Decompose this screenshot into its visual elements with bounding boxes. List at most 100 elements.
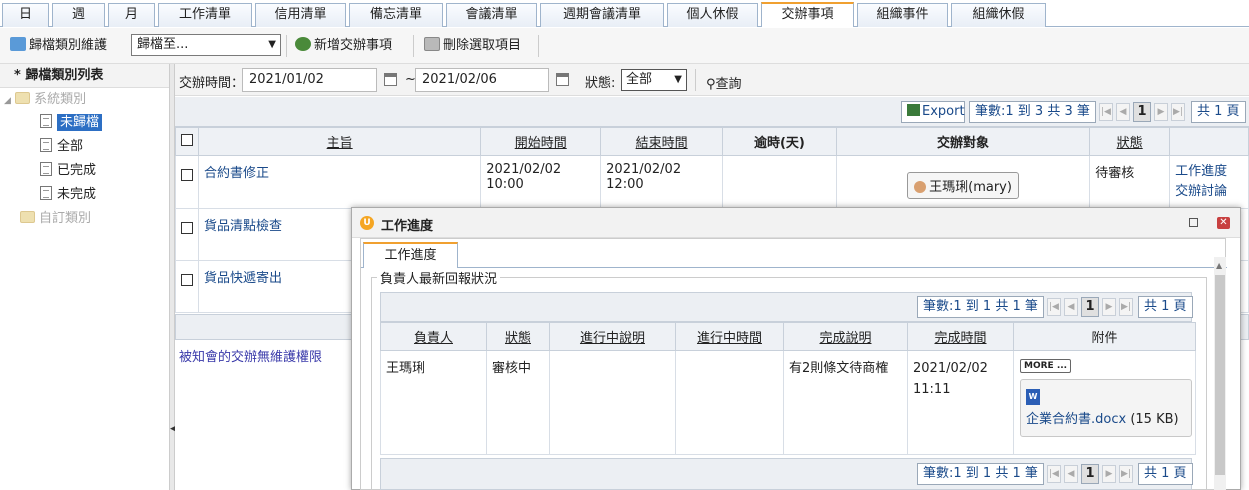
col-progress-time[interactable]: 進行中時間 [675, 322, 784, 351]
table-row: 王瑪琍 審核中 有2則條文待商榷 2021/02/02 11:11 MORE .… [380, 350, 1196, 455]
list-pager: Export 筆數:1 到 3 共 3 筆 |◀ ◀ 1 ▶ ▶| 共 1 頁 [175, 97, 1249, 127]
row-checkbox[interactable] [181, 169, 193, 181]
chevron-down-icon: ▼ [268, 39, 276, 50]
sidebar-item-incomplete[interactable]: 未完成 [40, 184, 96, 206]
tree-custom-categories[interactable]: 自訂類別 [20, 208, 91, 230]
first-page-icon[interactable]: |◀ [1099, 103, 1113, 121]
tab-credit-list[interactable]: 信用清單 [255, 3, 346, 27]
calendar-icon[interactable] [556, 73, 569, 86]
dialog-titlebar[interactable]: U 工作進度 ✕ [352, 208, 1240, 238]
next-page-icon[interactable]: ▶ [1154, 103, 1168, 121]
next-page-icon[interactable]: ▶ [1102, 298, 1116, 316]
custom-categories-label: 自訂類別 [39, 211, 92, 226]
col-done-time[interactable]: 完成時間 [907, 322, 1014, 351]
col-status[interactable]: 狀態 [1089, 127, 1171, 156]
attachment-card[interactable]: W 企業合約書.docx (15 KB) [1020, 379, 1192, 437]
assignee-name: 王瑪琍(mary) [929, 180, 1012, 195]
end-date-input[interactable]: 2021/02/06 [415, 68, 549, 92]
row-status: 待審核 [1089, 155, 1171, 209]
close-icon[interactable]: ✕ [1217, 217, 1230, 229]
prev-page-icon[interactable]: ◀ [1116, 103, 1130, 121]
col-end-time[interactable]: 結束時間 [600, 127, 724, 156]
attachment-filename[interactable]: 企業合約書.docx [1026, 412, 1126, 427]
collapse-triangle-icon[interactable]: ◢ [4, 96, 11, 106]
tab-personal-leave[interactable]: 個人休假 [667, 3, 758, 27]
prev-page-icon[interactable]: ◀ [1064, 298, 1078, 316]
scroll-up-icon[interactable]: ▲ [1216, 261, 1222, 270]
status-select[interactable]: 全部 ▼ [621, 69, 687, 91]
delete-selected-button[interactable]: 刪除選取項目 [424, 36, 521, 56]
next-page-icon[interactable]: ▶ [1102, 465, 1116, 483]
document-icon [40, 138, 52, 152]
status-label: 狀態: [585, 76, 616, 91]
attachment-size: (15 KB) [1130, 412, 1179, 427]
sidebar-item-label: 未歸檔 [57, 114, 103, 131]
last-page-icon[interactable]: ▶| [1119, 298, 1133, 316]
col-owner[interactable]: 負責人 [380, 322, 487, 351]
first-page-icon[interactable]: |◀ [1047, 298, 1061, 316]
sidebar-item-label: 已完成 [57, 163, 97, 178]
row-checkbox[interactable] [181, 274, 193, 286]
tab-org-events[interactable]: 組織事件 [857, 3, 948, 27]
row-progress-time [675, 350, 784, 455]
user-icon [914, 181, 927, 193]
assignee-chip[interactable]: 王瑪琍(mary) [907, 172, 1019, 199]
more-button[interactable]: MORE ... [1020, 359, 1072, 373]
sidebar-item-unarchived[interactable]: 未歸檔 [40, 112, 103, 134]
sidebar-item-completed[interactable]: 已完成 [40, 160, 96, 182]
scrollbar-thumb[interactable] [1215, 275, 1225, 475]
last-page-icon[interactable]: ▶| [1119, 465, 1133, 483]
row-checkbox[interactable] [181, 222, 193, 234]
first-page-icon[interactable]: |◀ [1047, 465, 1061, 483]
row-done-time: 2021/02/02 11:11 [907, 350, 1014, 455]
calendar-icon[interactable] [384, 73, 397, 86]
export-label: Export [922, 104, 965, 119]
tab-meeting-list[interactable]: 會議清單 [446, 3, 537, 27]
col-done-desc[interactable]: 完成說明 [783, 322, 908, 351]
tab-month[interactable]: 月 [108, 3, 155, 27]
add-user-icon [295, 37, 311, 51]
current-page[interactable]: 1 [1081, 464, 1099, 484]
dialog-scrollbar[interactable]: ▲ [1214, 257, 1226, 490]
dialog-pager-top: 筆數:1 到 1 共 1 筆 |◀ ◀ 1 ▶ ▶| 共 1 頁 [380, 292, 1193, 322]
tab-task-list[interactable]: 工作清單 [158, 3, 252, 27]
sidebar-item-all[interactable]: 全部 [40, 136, 83, 158]
col-progress-desc[interactable]: 進行中說明 [549, 322, 676, 351]
view-tab-bar: 日 週 月 工作清單 信用清單 備忘清單 會議清單 週期會議清單 個人休假 交辦… [0, 0, 1249, 27]
work-progress-link[interactable]: 工作進度 [1175, 162, 1243, 182]
table-row: 合約書修正 2021/02/02 10:00 2021/02/02 12:00 … [175, 155, 1249, 209]
maintain-categories-button[interactable]: 歸檔類別維護 [10, 36, 107, 56]
toolbar-divider [286, 35, 287, 57]
row-subject[interactable]: 合約書修正 [197, 155, 482, 209]
col-start-time[interactable]: 開始時間 [480, 127, 602, 156]
tab-week[interactable]: 週 [52, 3, 105, 27]
record-summary: 筆數:1 到 1 共 1 筆 [917, 296, 1044, 318]
last-page-icon[interactable]: ▶| [1171, 103, 1185, 121]
assignment-discussion-link[interactable]: 交辦討論 [1175, 182, 1243, 202]
folder-icon [15, 92, 31, 104]
tab-org-holidays[interactable]: 組織休假 [951, 3, 1046, 27]
col-status[interactable]: 狀態 [486, 322, 550, 351]
row-select-cell [175, 208, 199, 261]
document-icon [40, 114, 52, 128]
add-assignment-label: 新增交辦事項 [314, 38, 393, 53]
maximize-icon[interactable] [1189, 218, 1198, 227]
tab-memo-list[interactable]: 備忘清單 [349, 3, 443, 27]
current-page[interactable]: 1 [1081, 297, 1099, 317]
tab-work-progress[interactable]: 工作進度 [363, 242, 458, 268]
select-all-checkbox[interactable] [181, 133, 193, 146]
row-done-desc: 有2則條文待商榷 [783, 350, 908, 455]
tab-day[interactable]: 日 [2, 3, 49, 27]
add-assignment-button[interactable]: 新增交辦事項 [295, 36, 392, 56]
tree-system-categories[interactable]: ◢ 系統類別 [4, 89, 86, 111]
start-date-input[interactable]: 2021/01/02 [242, 68, 377, 92]
tab-assigned-tasks[interactable]: 交辦事項 [761, 2, 854, 27]
col-subject[interactable]: 主旨 [197, 127, 482, 156]
current-page[interactable]: 1 [1133, 102, 1151, 122]
archive-to-select[interactable]: 歸檔至... ▼ [131, 34, 281, 56]
query-button[interactable]: ⚲查詢 [706, 73, 742, 92]
export-button[interactable]: Export [901, 101, 965, 123]
prev-page-icon[interactable]: ◀ [1064, 465, 1078, 483]
tab-recurring-meeting-list[interactable]: 週期會議清單 [540, 3, 664, 27]
archive-to-value: 歸檔至... [137, 37, 189, 52]
